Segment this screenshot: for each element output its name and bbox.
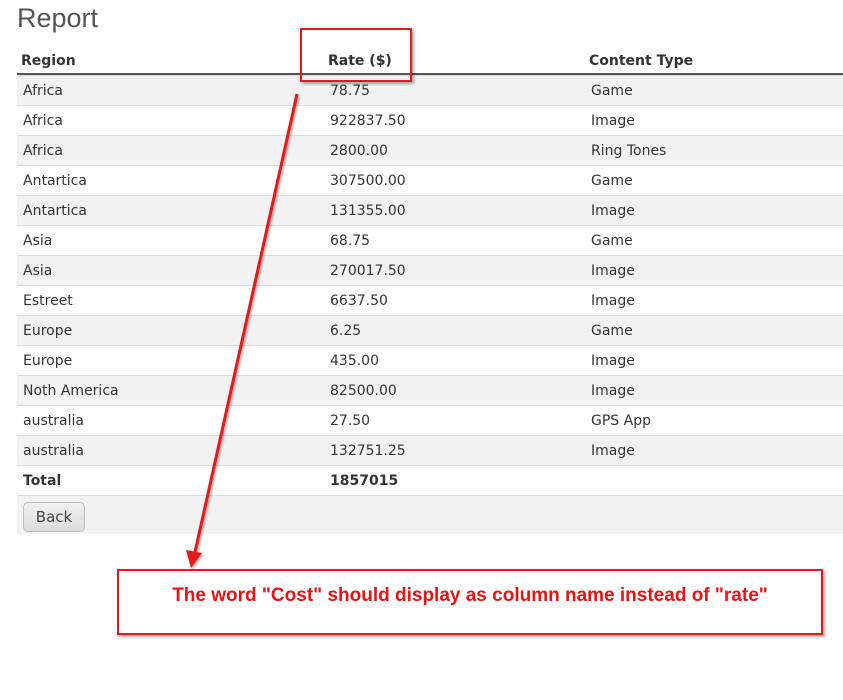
annotation-text: The word "Cost" should display as column… — [172, 585, 768, 606]
annotation-callout: The word "Cost" should display as column… — [117, 569, 823, 635]
